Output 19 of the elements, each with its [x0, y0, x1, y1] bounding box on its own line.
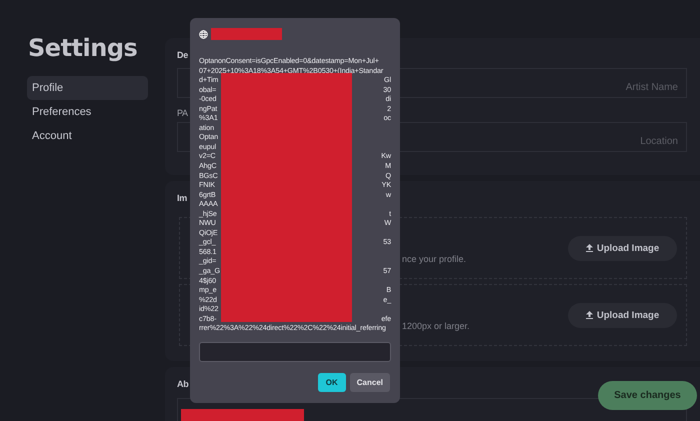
upload-button[interactable]: Upload Image	[568, 236, 677, 260]
upload-button[interactable]: Upload Image	[568, 302, 677, 328]
section-heading: Ab	[177, 379, 188, 391]
dialog-button[interactable]: Cancel	[350, 372, 390, 392]
section-heading: Im	[177, 193, 187, 205]
prompt-input-field[interactable]	[199, 342, 391, 362]
image-hint: nce your profile.	[402, 254, 466, 264]
sidebar-item[interactable]: Account	[27, 124, 148, 148]
redaction-block	[211, 28, 282, 40]
sidebar-item[interactable]: Profile	[27, 76, 148, 100]
upload-icon	[586, 311, 593, 319]
globe-icon	[199, 30, 208, 38]
section-heading: De	[177, 50, 188, 62]
page-title: Settings	[28, 34, 138, 64]
image-hint: 1200px or larger.	[402, 321, 470, 331]
dialog-button[interactable]: OK	[318, 372, 346, 392]
field-label: PA	[177, 108, 188, 118]
upload-icon	[586, 244, 593, 252]
sidebar-item[interactable]: Preferences	[27, 100, 148, 124]
